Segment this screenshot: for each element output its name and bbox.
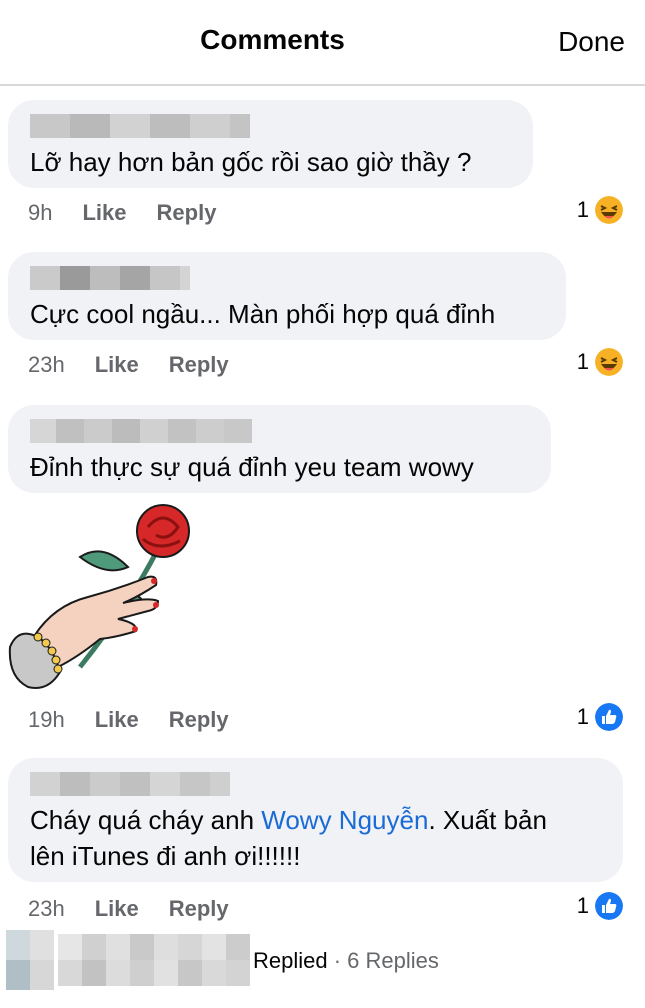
reaction-summary[interactable]: 1 bbox=[577, 196, 623, 224]
comment-bubble[interactable]: Lỡ hay hơn bản gốc rồi sao giờ thầy ? bbox=[8, 100, 533, 188]
comment-time: 23h bbox=[28, 896, 65, 921]
reaction-count: 1 bbox=[576, 704, 589, 729]
commenter-name-redacted bbox=[30, 114, 250, 138]
comment-text: Đỉnh thực sự quá đỉnh yeu team wowy bbox=[30, 452, 474, 482]
comment-time: 19h bbox=[28, 707, 65, 732]
commenter-name-redacted bbox=[30, 266, 190, 290]
replies-count: 6 Replies bbox=[347, 948, 439, 973]
comment-item: Lỡ hay hơn bản gốc rồi sao giờ thầy ? 9h… bbox=[0, 100, 645, 230]
avatar bbox=[6, 930, 54, 990]
reaction-summary[interactable]: 1 bbox=[577, 892, 623, 920]
like-thumb-icon bbox=[595, 703, 623, 731]
reply-button[interactable]: Reply bbox=[157, 200, 217, 226]
like-thumb-icon bbox=[595, 892, 623, 920]
page-title: Comments bbox=[200, 24, 345, 55]
comments-header: Comments Done bbox=[0, 0, 645, 86]
reply-button[interactable]: Reply bbox=[169, 352, 229, 378]
comment-text: Lỡ hay hơn bản gốc rồi sao giờ thầy ? bbox=[30, 147, 472, 177]
comment-time: 9h bbox=[28, 200, 53, 225]
comment-text: Cháy quá cháy anh Wowy Nguyễn. Xuất bản bbox=[30, 802, 547, 838]
like-button[interactable]: Like bbox=[95, 352, 139, 378]
reaction-count: 1 bbox=[576, 349, 589, 374]
replied-label: Replied bbox=[253, 948, 328, 973]
comment-meta: 19h Like Reply bbox=[28, 707, 259, 733]
comment-meta: 23h Like Reply bbox=[28, 896, 259, 922]
haha-emoji-icon bbox=[595, 196, 623, 224]
user-mention-link[interactable]: Wowy Nguyễn bbox=[261, 805, 428, 835]
comment-text-part: . Xuất bản bbox=[428, 805, 547, 835]
comment-text-line2: lên iTunes đi anh ơi!!!!!! bbox=[30, 841, 301, 871]
comment-text: Cực cool ngầu... Màn phối hợp quá đỉnh bbox=[30, 299, 496, 329]
replier-name-redacted bbox=[58, 934, 250, 986]
reaction-count: 1 bbox=[576, 197, 589, 222]
comment-item: Đỉnh thực sự quá đỉnh yeu team wowy 19h … bbox=[0, 405, 645, 735]
comment-text-part: Cháy quá cháy anh bbox=[30, 805, 262, 835]
separator: · bbox=[327, 948, 348, 973]
replies-summary[interactable]: Replied · 6 Replies bbox=[253, 948, 439, 974]
hand-holding-rose-sticker[interactable] bbox=[8, 497, 198, 697]
commenter-name-redacted bbox=[30, 772, 230, 796]
reaction-summary[interactable]: 1 bbox=[577, 348, 623, 376]
comment-bubble[interactable]: Cực cool ngầu... Màn phối hợp quá đỉnh bbox=[8, 252, 566, 340]
reply-button[interactable]: Reply bbox=[169, 707, 229, 733]
commenter-name-redacted bbox=[30, 419, 252, 443]
comment-item: Cháy quá cháy anh Wowy Nguyễn. Xuất bản … bbox=[0, 758, 645, 928]
reply-button[interactable]: Reply bbox=[169, 896, 229, 922]
comment-time: 23h bbox=[28, 352, 65, 377]
comment-bubble[interactable]: Cháy quá cháy anh Wowy Nguyễn. Xuất bản … bbox=[8, 758, 623, 882]
comment-bubble[interactable]: Đỉnh thực sự quá đỉnh yeu team wowy bbox=[8, 405, 551, 493]
like-button[interactable]: Like bbox=[95, 896, 139, 922]
view-replies-row[interactable]: Replied · 6 Replies bbox=[0, 930, 645, 990]
done-button[interactable]: Done bbox=[558, 26, 625, 58]
reaction-count: 1 bbox=[576, 893, 589, 918]
like-button[interactable]: Like bbox=[82, 200, 126, 226]
reaction-summary[interactable]: 1 bbox=[577, 703, 623, 731]
comment-item: Cực cool ngầu... Màn phối hợp quá đỉnh 2… bbox=[0, 252, 645, 382]
comment-meta: 23h Like Reply bbox=[28, 352, 259, 378]
like-button[interactable]: Like bbox=[95, 707, 139, 733]
comment-meta: 9h Like Reply bbox=[28, 200, 246, 226]
haha-emoji-icon bbox=[595, 348, 623, 376]
